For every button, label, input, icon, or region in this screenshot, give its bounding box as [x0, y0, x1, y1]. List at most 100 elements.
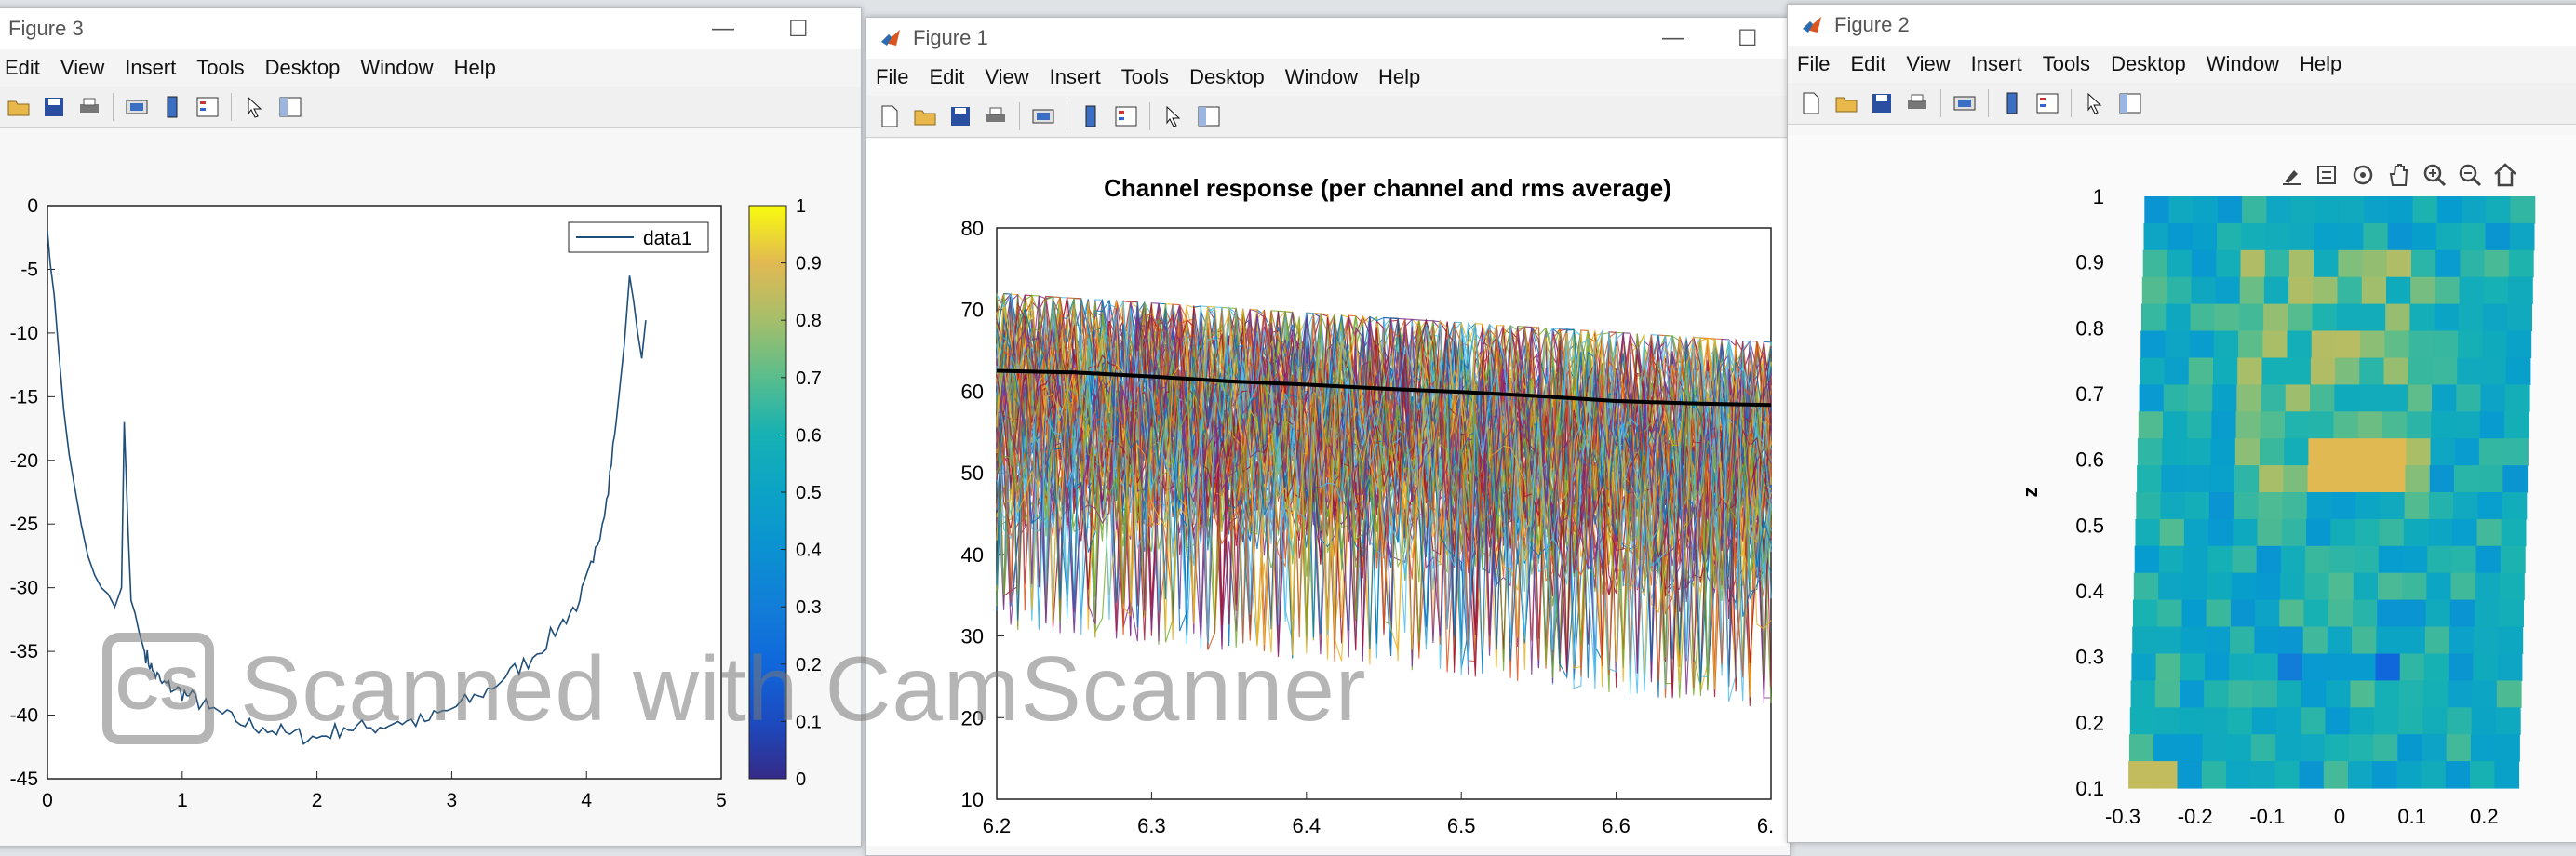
menu-desktop[interactable]: Desktop [2111, 52, 2186, 76]
menu-edit[interactable]: Edit [929, 65, 964, 89]
open-folder-icon[interactable] [5, 93, 33, 121]
heatmap-cell [2215, 276, 2241, 305]
heatmap-cell [2260, 438, 2285, 466]
colorbar-icon[interactable] [1998, 89, 2026, 117]
menu-desktop[interactable]: Desktop [265, 56, 341, 80]
heatmap-cell [2410, 276, 2435, 305]
figure2-window[interactable]: Figure 2 File Edit View Insert Tools Des… [1787, 4, 2576, 843]
link-plot-icon[interactable] [123, 93, 151, 121]
menu-tools[interactable]: Tools [2043, 52, 2090, 76]
legend-icon[interactable] [194, 93, 221, 121]
menu-tools[interactable]: Tools [1121, 65, 1169, 89]
property-editor-icon[interactable] [2116, 89, 2144, 117]
colorbar-tick-label: 0.6 [796, 425, 822, 446]
heatmap-cell [2276, 707, 2301, 735]
heatmap-cell [2167, 249, 2193, 278]
figure2-titlebar[interactable]: Figure 2 [1788, 5, 2576, 46]
heatmap-cell [2352, 626, 2377, 654]
save-icon[interactable] [1868, 89, 1896, 117]
heatmap-cell [2377, 599, 2402, 628]
heatmap-cell [2432, 384, 2457, 412]
heatmap-cell [2155, 653, 2181, 681]
property-editor-icon[interactable] [276, 93, 304, 121]
menu-insert[interactable]: Insert [1971, 52, 2022, 76]
print-icon[interactable] [75, 93, 103, 121]
figure3-plot[interactable]: 0 1 2 3 4 5 0 -5 -10 -15 -20 -25 -30 -35 -40 -45 1 0.9 0.… [0, 148, 861, 847]
heatmap-cell [2141, 276, 2167, 305]
figure3-window[interactable]: Figure 3 — ☐ Edit View Insert Tools Desk… [0, 7, 862, 847]
menu-window[interactable]: Window [1285, 65, 1358, 89]
pointer-icon[interactable] [2081, 89, 2109, 117]
print-icon[interactable] [982, 102, 1010, 130]
menu-insert[interactable]: Insert [125, 56, 176, 80]
print-icon[interactable] [1903, 89, 1931, 117]
menu-help[interactable]: Help [2300, 52, 2341, 76]
heatmap-cell [2141, 303, 2167, 332]
menu-edit[interactable]: Edit [1850, 52, 1885, 76]
menu-file[interactable]: File [1797, 52, 1830, 76]
heatmap-cell [2179, 707, 2204, 735]
heatmap-cell [2335, 330, 2361, 358]
save-icon[interactable] [40, 93, 68, 121]
maximize-icon[interactable]: ☐ [788, 16, 809, 43]
menu-view[interactable]: View [60, 56, 104, 80]
legend-box[interactable]: data1 [568, 221, 709, 253]
legend-icon[interactable] [2033, 89, 2061, 117]
matlab-logo-icon [1803, 17, 1821, 33]
minimize-icon[interactable]: — [712, 16, 734, 42]
heatmap-cell [2314, 222, 2340, 251]
heatmap-cell [2228, 680, 2254, 708]
heatmap-cell [2363, 222, 2389, 251]
legend-icon[interactable] [1112, 102, 1140, 130]
pointer-icon[interactable] [1160, 102, 1187, 130]
open-folder-icon[interactable] [1832, 89, 1860, 117]
menu-desktop[interactable]: Desktop [1189, 65, 1265, 89]
figure3-titlebar[interactable]: Figure 3 — ☐ [0, 8, 861, 49]
link-plot-icon[interactable] [1951, 89, 1979, 117]
new-figure-icon[interactable] [876, 102, 904, 130]
open-folder-icon[interactable] [911, 102, 939, 130]
minimize-icon[interactable]: — [1662, 25, 1684, 51]
menu-edit[interactable]: Edit [5, 56, 40, 80]
menu-window[interactable]: Window [360, 56, 433, 80]
heatmap-cell [2376, 626, 2402, 654]
menu-help[interactable]: Help [1378, 65, 1420, 89]
heatmap-cell [2510, 196, 2536, 224]
link-plot-icon[interactable] [1029, 102, 1057, 130]
y-tick-label: 60 [961, 380, 984, 403]
heatmap-cell [2251, 707, 2277, 735]
heatmap-cell [2381, 438, 2407, 466]
menu-view[interactable]: View [985, 65, 1028, 89]
heatmap-cell [2494, 761, 2520, 789]
save-icon[interactable] [946, 102, 974, 130]
menu-tools[interactable]: Tools [196, 56, 244, 80]
menu-help[interactable]: Help [454, 56, 496, 80]
colorbar-icon[interactable] [158, 93, 186, 121]
heatmap-cell [2471, 707, 2497, 735]
heatmap-cell [2475, 599, 2500, 628]
menu-file[interactable]: File [876, 65, 908, 89]
heatmap-cell [2216, 249, 2242, 278]
figure1-window[interactable]: Figure 1 — ☐ File Edit View Insert Tools… [865, 17, 1791, 856]
heatmap-cell [2426, 572, 2452, 601]
figure2-plot[interactable]: -0.3 -0.2 -0.1 0 0.1 0.2 1 0.9 0.8 0.7 0.6 0.5 0.4 0.… [1788, 135, 2576, 843]
menu-view[interactable]: View [1906, 52, 1950, 76]
heatmap-cell [2134, 545, 2160, 574]
figure1-titlebar[interactable]: Figure 1 — ☐ [866, 18, 1790, 59]
menu-insert[interactable]: Insert [1050, 65, 1101, 89]
heatmap-cell [2131, 653, 2157, 681]
maximize-icon[interactable]: ☐ [1737, 25, 1758, 52]
heatmap-cell [2460, 249, 2486, 278]
heatmap-cell [2506, 330, 2532, 358]
menu-window[interactable]: Window [2207, 52, 2279, 76]
new-figure-icon[interactable] [1797, 89, 1825, 117]
window-title: Figure 1 [913, 26, 988, 49]
property-editor-icon[interactable] [1195, 102, 1223, 130]
colorbar-icon[interactable] [1077, 102, 1105, 130]
figure1-plot[interactable]: Channel response (per channel and rms av… [866, 139, 1790, 846]
heatmap-cell [2421, 761, 2447, 789]
pointer-icon[interactable] [241, 93, 269, 121]
heatmap-cell [2351, 653, 2377, 681]
heatmap-cell [2253, 653, 2279, 681]
y-tick-label: 0.7 [2075, 382, 2104, 406]
